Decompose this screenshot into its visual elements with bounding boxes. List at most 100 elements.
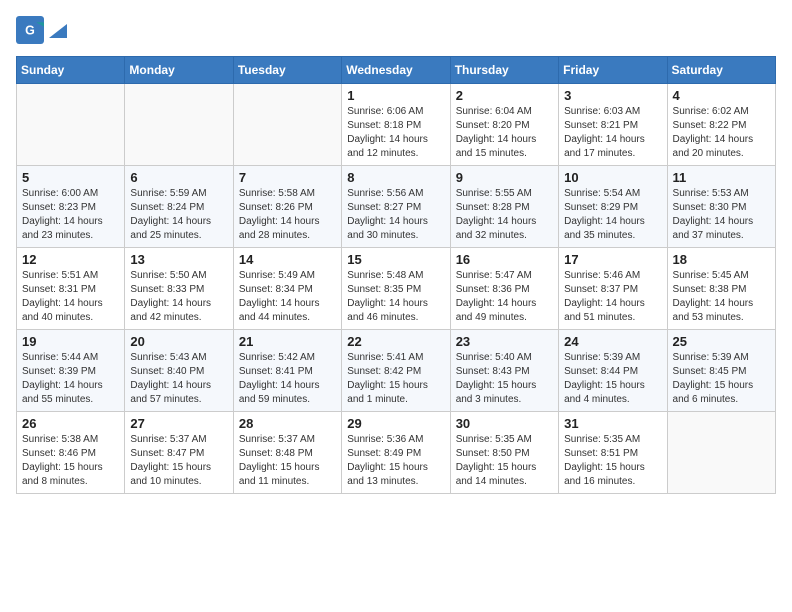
day-number: 4 xyxy=(673,88,770,103)
day-info: Sunrise: 6:06 AM Sunset: 8:18 PM Dayligh… xyxy=(347,105,444,161)
day-number: 11 xyxy=(673,170,770,185)
calendar-table: SundayMondayTuesdayWednesdayThursdayFrid… xyxy=(16,56,776,494)
day-info: Sunrise: 5:40 AM Sunset: 8:43 PM Dayligh… xyxy=(456,351,553,407)
day-number: 28 xyxy=(239,416,336,431)
calendar-cell: 26 Sunrise: 5:38 AM Sunset: 8:46 PM Dayli… xyxy=(17,412,125,494)
day-number: 13 xyxy=(130,252,227,267)
calendar-cell: 24 Sunrise: 5:39 AM Sunset: 8:44 PM Dayli… xyxy=(559,330,667,412)
day-info: Sunrise: 5:41 AM Sunset: 8:42 PM Dayligh… xyxy=(347,351,444,407)
calendar-cell: 2 Sunrise: 6:04 AM Sunset: 8:20 PM Daylig… xyxy=(450,84,558,166)
svg-text:G: G xyxy=(25,24,35,38)
day-number: 15 xyxy=(347,252,444,267)
day-info: Sunrise: 5:55 AM Sunset: 8:28 PM Dayligh… xyxy=(456,187,553,243)
week-row-4: 19 Sunrise: 5:44 AM Sunset: 8:39 PM Dayli… xyxy=(17,330,776,412)
day-number: 20 xyxy=(130,334,227,349)
day-number: 18 xyxy=(673,252,770,267)
calendar-cell xyxy=(17,84,125,166)
day-info: Sunrise: 5:35 AM Sunset: 8:51 PM Dayligh… xyxy=(564,433,661,489)
day-info: Sunrise: 5:59 AM Sunset: 8:24 PM Dayligh… xyxy=(130,187,227,243)
calendar-cell: 6 Sunrise: 5:59 AM Sunset: 8:24 PM Daylig… xyxy=(125,166,233,248)
day-header-friday: Friday xyxy=(559,57,667,84)
day-number: 19 xyxy=(22,334,119,349)
day-number: 14 xyxy=(239,252,336,267)
day-header-wednesday: Wednesday xyxy=(342,57,450,84)
calendar-cell: 23 Sunrise: 5:40 AM Sunset: 8:43 PM Dayli… xyxy=(450,330,558,412)
day-number: 22 xyxy=(347,334,444,349)
day-info: Sunrise: 5:37 AM Sunset: 8:48 PM Dayligh… xyxy=(239,433,336,489)
calendar-cell: 1 Sunrise: 6:06 AM Sunset: 8:18 PM Daylig… xyxy=(342,84,450,166)
day-info: Sunrise: 5:42 AM Sunset: 8:41 PM Dayligh… xyxy=(239,351,336,407)
week-row-2: 5 Sunrise: 6:00 AM Sunset: 8:23 PM Daylig… xyxy=(17,166,776,248)
calendar-cell: 13 Sunrise: 5:50 AM Sunset: 8:33 PM Dayli… xyxy=(125,248,233,330)
day-header-monday: Monday xyxy=(125,57,233,84)
day-number: 5 xyxy=(22,170,119,185)
calendar-cell: 9 Sunrise: 5:55 AM Sunset: 8:28 PM Daylig… xyxy=(450,166,558,248)
page-header: G xyxy=(16,16,776,44)
day-info: Sunrise: 6:00 AM Sunset: 8:23 PM Dayligh… xyxy=(22,187,119,243)
day-number: 1 xyxy=(347,88,444,103)
day-number: 24 xyxy=(564,334,661,349)
day-info: Sunrise: 5:48 AM Sunset: 8:35 PM Dayligh… xyxy=(347,269,444,325)
calendar-cell: 27 Sunrise: 5:37 AM Sunset: 8:47 PM Dayli… xyxy=(125,412,233,494)
calendar-cell: 16 Sunrise: 5:47 AM Sunset: 8:36 PM Dayli… xyxy=(450,248,558,330)
calendar-cell: 30Sunrise: 5:35 AM Sunset: 8:50 PM Dayli… xyxy=(450,412,558,494)
day-info: Sunrise: 6:02 AM Sunset: 8:22 PM Dayligh… xyxy=(673,105,770,161)
day-info: Sunrise: 5:35 AM Sunset: 8:50 PM Dayligh… xyxy=(456,433,553,489)
day-number: 25 xyxy=(673,334,770,349)
day-number: 23 xyxy=(456,334,553,349)
logo-icon: G xyxy=(16,16,44,44)
calendar-cell: 17Sunrise: 5:46 AM Sunset: 8:37 PM Dayli… xyxy=(559,248,667,330)
day-header-sunday: Sunday xyxy=(17,57,125,84)
day-header-saturday: Saturday xyxy=(667,57,775,84)
day-number: 31 xyxy=(564,416,661,431)
day-header-thursday: Thursday xyxy=(450,57,558,84)
calendar-cell: 22 Sunrise: 5:41 AM Sunset: 8:42 PM Dayli… xyxy=(342,330,450,412)
calendar-cell: 25Sunrise: 5:39 AM Sunset: 8:45 PM Dayli… xyxy=(667,330,775,412)
day-info: Sunrise: 5:56 AM Sunset: 8:27 PM Dayligh… xyxy=(347,187,444,243)
day-number: 17 xyxy=(564,252,661,267)
calendar-cell: 14 Sunrise: 5:49 AM Sunset: 8:34 PM Dayli… xyxy=(233,248,341,330)
calendar-cell: 15 Sunrise: 5:48 AM Sunset: 8:35 PM Dayli… xyxy=(342,248,450,330)
day-number: 26 xyxy=(22,416,119,431)
day-info: Sunrise: 6:04 AM Sunset: 8:20 PM Dayligh… xyxy=(456,105,553,161)
day-info: Sunrise: 5:44 AM Sunset: 8:39 PM Dayligh… xyxy=(22,351,119,407)
day-header-tuesday: Tuesday xyxy=(233,57,341,84)
day-info: Sunrise: 5:49 AM Sunset: 8:34 PM Dayligh… xyxy=(239,269,336,325)
calendar-cell: 20Sunrise: 5:43 AM Sunset: 8:40 PM Dayli… xyxy=(125,330,233,412)
logo: G xyxy=(16,16,67,44)
calendar-cell: 21 Sunrise: 5:42 AM Sunset: 8:41 PM Dayli… xyxy=(233,330,341,412)
calendar-cell: 18 Sunrise: 5:45 AM Sunset: 8:38 PM Dayli… xyxy=(667,248,775,330)
day-number: 21 xyxy=(239,334,336,349)
day-info: Sunrise: 5:37 AM Sunset: 8:47 PM Dayligh… xyxy=(130,433,227,489)
day-number: 8 xyxy=(347,170,444,185)
day-number: 16 xyxy=(456,252,553,267)
calendar-cell xyxy=(233,84,341,166)
calendar-cell xyxy=(667,412,775,494)
calendar-cell: 8 Sunrise: 5:56 AM Sunset: 8:27 PM Daylig… xyxy=(342,166,450,248)
day-number: 10 xyxy=(564,170,661,185)
day-info: Sunrise: 5:38 AM Sunset: 8:46 PM Dayligh… xyxy=(22,433,119,489)
day-info: Sunrise: 5:47 AM Sunset: 8:36 PM Dayligh… xyxy=(456,269,553,325)
calendar-cell: 19 Sunrise: 5:44 AM Sunset: 8:39 PM Dayli… xyxy=(17,330,125,412)
day-info: Sunrise: 5:36 AM Sunset: 8:49 PM Dayligh… xyxy=(347,433,444,489)
day-info: Sunrise: 5:50 AM Sunset: 8:33 PM Dayligh… xyxy=(130,269,227,325)
calendar-cell: 28 Sunrise: 5:37 AM Sunset: 8:48 PM Dayli… xyxy=(233,412,341,494)
day-headers-row: SundayMondayTuesdayWednesdayThursdayFrid… xyxy=(17,57,776,84)
day-info: Sunrise: 5:58 AM Sunset: 8:26 PM Dayligh… xyxy=(239,187,336,243)
day-number: 7 xyxy=(239,170,336,185)
day-info: Sunrise: 5:39 AM Sunset: 8:44 PM Dayligh… xyxy=(564,351,661,407)
calendar-cell: 31 Sunrise: 5:35 AM Sunset: 8:51 PM Dayli… xyxy=(559,412,667,494)
week-row-3: 12Sunrise: 5:51 AM Sunset: 8:31 PM Dayli… xyxy=(17,248,776,330)
week-row-1: 1 Sunrise: 6:06 AM Sunset: 8:18 PM Daylig… xyxy=(17,84,776,166)
day-number: 6 xyxy=(130,170,227,185)
calendar-cell: 11Sunrise: 5:53 AM Sunset: 8:30 PM Dayli… xyxy=(667,166,775,248)
day-number: 27 xyxy=(130,416,227,431)
week-row-5: 26 Sunrise: 5:38 AM Sunset: 8:46 PM Dayli… xyxy=(17,412,776,494)
day-number: 29 xyxy=(347,416,444,431)
calendar-cell: 7 Sunrise: 5:58 AM Sunset: 8:26 PM Daylig… xyxy=(233,166,341,248)
day-number: 2 xyxy=(456,88,553,103)
day-number: 9 xyxy=(456,170,553,185)
calendar-cell: 10Sunrise: 5:54 AM Sunset: 8:29 PM Dayli… xyxy=(559,166,667,248)
logo-triangle-icon xyxy=(49,24,67,38)
day-info: Sunrise: 5:45 AM Sunset: 8:38 PM Dayligh… xyxy=(673,269,770,325)
